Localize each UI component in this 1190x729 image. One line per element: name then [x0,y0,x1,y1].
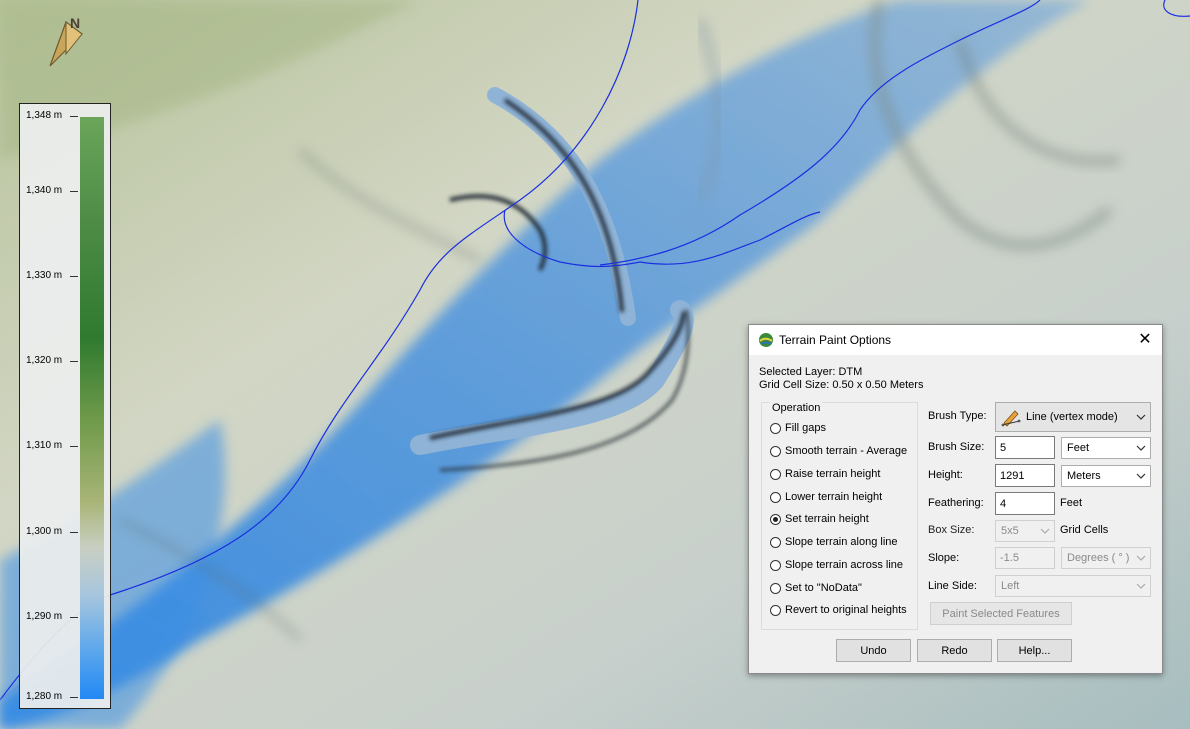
chevron-down-icon [1136,445,1146,451]
north-arrow-icon: N [46,14,90,70]
operation-group-label: Operation [770,402,823,414]
brush-type-value: Line (vertex mode) [1026,411,1118,423]
box-size-unit: Grid Cells [1060,524,1109,536]
operation-group: Operation Fill gaps Smooth terrain - Ave… [761,402,918,630]
radio-set-to-nodata[interactable]: Set to "NoData" [770,579,862,597]
box-size-select[interactable]: 5x5 [995,520,1055,542]
radio-button-checked[interactable] [770,513,781,525]
dialog-titlebar[interactable]: Terrain Paint Options ✕ [749,325,1162,355]
brush-type-select[interactable]: Line (vertex mode) [995,402,1151,432]
feathering-unit: Feet [1060,497,1083,509]
legend-tick: 1,348 m [20,110,78,124]
radio-button[interactable] [770,536,781,548]
chevron-down-icon [1136,473,1146,479]
line-side-label: Line Side: [928,580,977,592]
slope-unit-select[interactable]: Degrees ( ° ) [1061,547,1151,569]
box-size-label: Box Size: [928,524,975,536]
legend-tick: 1,290 m [20,611,78,625]
legend-tick: 1,310 m [20,440,78,454]
brush-size-input[interactable]: 5 [995,436,1055,459]
legend-tick: 1,320 m [20,355,78,369]
line-side-select[interactable]: Left [995,575,1151,597]
legend-tick: 1,300 m [20,526,78,540]
elevation-legend: 1,348 m 1,340 m 1,330 m 1,320 m 1,310 m … [19,103,111,709]
radio-slope-terrain-along-line[interactable]: Slope terrain along line [770,533,898,551]
brush-size-unit-select[interactable]: Feet [1061,437,1151,459]
svg-text:N: N [70,15,80,31]
pencil-line-icon [1000,407,1022,427]
redo-button[interactable]: Redo [917,639,992,662]
radio-button[interactable] [770,468,781,480]
feathering-input[interactable]: 4 [995,492,1055,515]
radio-lower-terrain-height[interactable]: Lower terrain height [770,488,882,506]
chevron-down-icon [1136,414,1146,420]
legend-tick: 1,340 m [20,185,78,199]
radio-button[interactable] [770,604,781,616]
height-label: Height: [928,469,963,481]
chevron-down-icon [1136,583,1146,589]
radio-button[interactable] [770,582,781,594]
elevation-color-ramp [80,117,104,699]
brush-size-label: Brush Size: [928,441,985,453]
paint-selected-features-button[interactable]: Paint Selected Features [930,602,1072,625]
terrain-paint-options-dialog: Terrain Paint Options ✕ Selected Layer: … [748,324,1163,674]
brush-type-label: Brush Type: [928,410,987,422]
radio-smooth-terrain-average[interactable]: Smooth terrain - Average [770,442,907,460]
radio-set-terrain-height[interactable]: Set terrain height [770,510,869,528]
feathering-label: Feathering: [928,497,984,509]
radio-button[interactable] [770,491,781,503]
radio-fill-gaps[interactable]: Fill gaps [770,419,826,437]
undo-button[interactable]: Undo [836,639,911,662]
globe-icon [758,332,774,348]
slope-label: Slope: [928,552,960,564]
legend-tick: 1,330 m [20,270,78,284]
height-input[interactable]: 1291 [995,464,1055,487]
legend-tick: 1,280 m [20,691,78,705]
radio-button[interactable] [770,445,781,457]
grid-cell-size-text: Grid Cell Size: 0.50 x 0.50 Meters [759,379,924,391]
selected-layer-text: Selected Layer: DTM [759,366,863,378]
chevron-down-icon [1040,528,1050,534]
chevron-down-icon [1136,555,1146,561]
height-unit-select[interactable]: Meters [1061,465,1151,487]
slope-input[interactable]: -1.5 [995,547,1055,569]
radio-button[interactable] [770,422,781,434]
radio-revert-to-original-heights[interactable]: Revert to original heights [770,601,907,619]
dialog-title: Terrain Paint Options [779,333,892,347]
radio-button[interactable] [770,559,781,571]
radio-slope-terrain-across-line[interactable]: Slope terrain across line [770,556,903,574]
close-button[interactable]: ✕ [1128,325,1162,355]
radio-raise-terrain-height[interactable]: Raise terrain height [770,465,880,483]
help-button[interactable]: Help... [997,639,1072,662]
close-icon: ✕ [1138,331,1152,348]
